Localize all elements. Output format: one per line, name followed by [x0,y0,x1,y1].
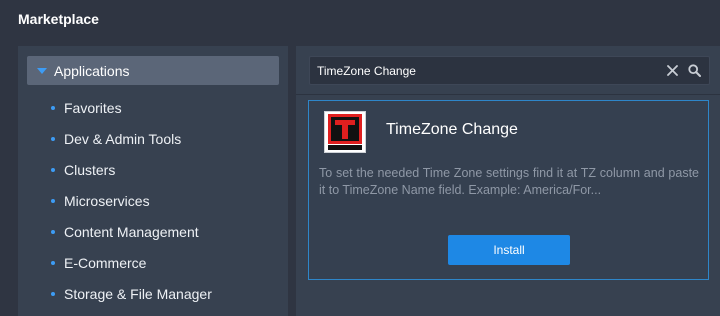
category-applications[interactable]: Applications [27,56,279,85]
bullet-icon [51,167,55,172]
subcategory-e-commerce[interactable]: E-Commerce [18,247,288,278]
caret-down-icon [37,67,47,74]
app-name: TimeZone Change [386,121,518,138]
bullet-icon [51,136,55,141]
subcategory-label: Dev & Admin Tools [64,130,182,147]
bullet-icon [51,105,55,110]
subcategory-favorites[interactable]: Favorites [18,92,288,123]
bullet-icon [51,229,55,234]
bullet-icon [51,291,55,296]
results-panel: TimeZone Change To set the needed Time Z… [296,46,720,316]
bullet-icon [51,198,55,203]
subcategory-label: Microservices [64,192,150,209]
subcategory-microservices[interactable]: Microservices [18,185,288,216]
bullet-icon [51,260,55,265]
close-icon[interactable] [665,64,679,78]
subcategory-label: E-Commerce [64,254,147,271]
app-card[interactable]: TimeZone Change To set the needed Time Z… [308,100,709,280]
category-label: Applications [54,62,130,79]
install-button[interactable]: Install [448,235,570,265]
subcategory-label: Favorites [64,99,122,116]
subcategory-dev-admin-tools[interactable]: Dev & Admin Tools [18,123,288,154]
subcategory-label: Content Management [64,223,199,240]
subcategory-list: Favorites Dev & Admin Tools Clusters Mic… [18,92,288,309]
subcategory-clusters[interactable]: Clusters [18,154,288,185]
marketplace-window: Marketplace Applications Favorites Dev &… [0,0,720,316]
subcategory-label: Clusters [64,161,116,178]
subcategory-storage-file-manager[interactable]: Storage & File Manager [18,278,288,309]
divider [296,94,720,95]
window-title: Marketplace [18,11,99,27]
app-description: To set the needed Time Zone settings fin… [319,166,699,197]
search-input[interactable] [310,63,665,78]
search-bar [309,56,710,85]
subcategory-label: Storage & File Manager [64,285,212,302]
category-sidebar: Applications Favorites Dev & Admin Tools… [18,46,288,316]
search-icon[interactable] [687,64,701,78]
subcategory-content-management[interactable]: Content Management [18,216,288,247]
timezone-logo-icon [324,111,366,153]
